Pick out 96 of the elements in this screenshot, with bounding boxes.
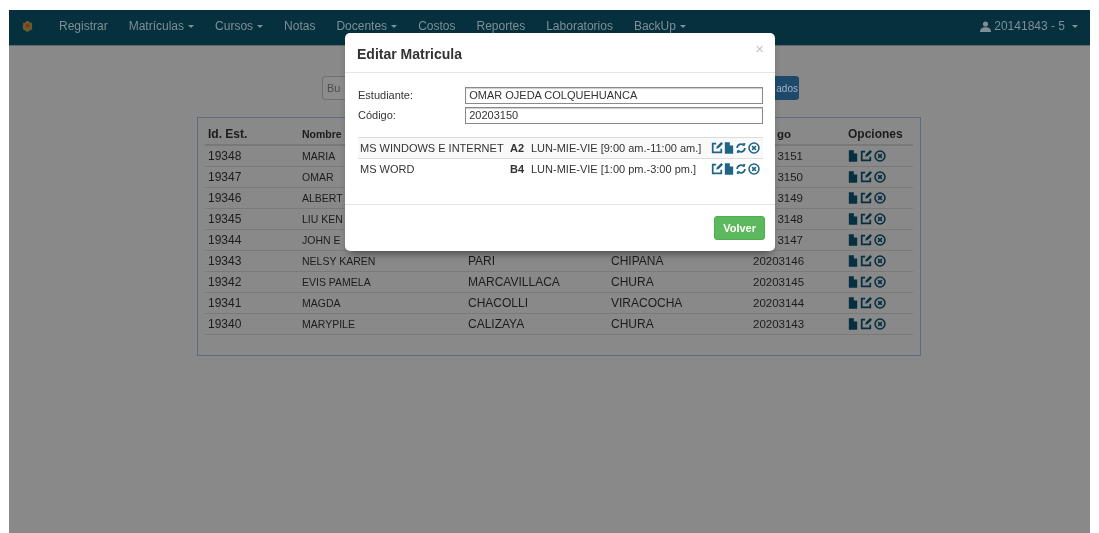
input-field[interactable]: 20203150	[465, 106, 763, 124]
file-icon[interactable]	[848, 171, 858, 183]
edit-icon[interactable]	[860, 192, 872, 204]
table-cell-text: MAGDA	[302, 297, 342, 309]
table-cell-text: MARYPILE	[302, 318, 356, 330]
table-cell-text: 19347	[207, 170, 243, 184]
course-name: MS WINDOWS E INTERNET	[360, 142, 505, 154]
remove-icon[interactable]	[874, 318, 886, 330]
table-cell-text: 20203143	[752, 318, 803, 330]
remove-icon[interactable]	[748, 142, 760, 154]
table-cell-text: 20203145	[752, 276, 803, 288]
table-cell-text: 19346	[207, 191, 243, 205]
course-group: A2	[510, 142, 531, 154]
remove-icon[interactable]	[874, 255, 886, 267]
remove-icon[interactable]	[874, 297, 886, 309]
remove-icon[interactable]	[874, 276, 886, 288]
course-schedule: LUN-MIE-VIE [9:00 am.-11:00 am.]	[531, 142, 703, 154]
table-cell-text: 19342	[207, 275, 243, 289]
course-name: MS WORD	[360, 163, 416, 175]
edit-icon[interactable]	[860, 255, 872, 267]
nav-item[interactable]: Cursos	[215, 19, 264, 33]
table-cell-text: CHACOLLI	[467, 296, 530, 310]
table-cell-text: CHIPANA	[610, 254, 665, 268]
field-label: Estudiante:	[358, 89, 415, 101]
table-cell-text: 20203146	[752, 255, 803, 267]
table-cell-text: MARIA	[302, 150, 337, 162]
refresh-icon[interactable]	[735, 142, 747, 154]
column-header: Nombre	[302, 128, 343, 140]
column-header: go	[775, 128, 791, 140]
dialog-title: Editar Matricula	[357, 46, 463, 62]
edit-icon[interactable]	[860, 171, 872, 183]
emblem-icon[interactable]	[22, 19, 33, 33]
table-cell-text: 19348	[207, 149, 243, 163]
file-icon[interactable]	[848, 213, 858, 225]
user-menu[interactable]: 20141843 - 5	[980, 19, 1078, 33]
nav-item[interactable]: Registrar	[59, 19, 108, 33]
input-field[interactable]: OMAR OJEDA COLQUEHUANCA	[465, 86, 763, 104]
table-cell-text: 3151	[776, 150, 803, 162]
file-icon[interactable]	[848, 255, 858, 267]
refresh-icon[interactable]	[735, 163, 747, 175]
table-cell-text: OMAR	[302, 171, 335, 183]
nav-item[interactable]: Matrículas	[128, 19, 195, 33]
field-label: Código:	[358, 109, 397, 121]
nav-item[interactable]: Laboratorios	[546, 19, 613, 33]
table-cell-text: NELSY KAREN	[302, 255, 377, 267]
nav-item[interactable]: Reportes	[476, 19, 526, 33]
nav-item[interactable]: BackUp	[633, 19, 686, 33]
remove-icon[interactable]	[748, 163, 760, 175]
table-cell-text: VIRACOCHA	[610, 296, 684, 310]
table-cell-text: CHURA	[610, 275, 655, 289]
file-icon[interactable]	[848, 234, 858, 246]
table-cell-text: CALIZAYA	[467, 317, 526, 331]
table-cell-text: CHURA	[610, 317, 655, 331]
edit-icon[interactable]	[860, 276, 872, 288]
edit-icon[interactable]	[860, 213, 872, 225]
column-header: Opciones	[847, 127, 904, 141]
table-cell-text: 19343	[207, 254, 243, 268]
edit-icon[interactable]	[711, 142, 723, 154]
remove-icon[interactable]	[874, 192, 886, 204]
table-cell-text: 3150	[776, 171, 803, 183]
file-icon[interactable]	[848, 276, 858, 288]
column-header: Id. Est.	[207, 127, 249, 141]
table-cell-text: 19345	[207, 212, 243, 226]
table-cell-text: 3147	[776, 234, 803, 246]
edit-icon[interactable]	[860, 318, 872, 330]
table-cell-text: JOHN E	[302, 234, 342, 246]
table-cell-text: PARI	[467, 254, 497, 268]
table-cell-text: 3149	[776, 192, 803, 204]
table-cell-text: 19340	[207, 317, 243, 331]
remove-icon[interactable]	[874, 213, 886, 225]
table-cell-text: 19344	[207, 233, 243, 247]
file-icon[interactable]	[848, 192, 858, 204]
edit-icon[interactable]	[860, 150, 872, 162]
table-cell-text: ALBERT	[302, 192, 344, 204]
remove-icon[interactable]	[874, 171, 886, 183]
table-cell-text: 3148	[776, 213, 803, 225]
file-icon[interactable]	[848, 150, 858, 162]
user-icon	[980, 20, 992, 32]
file-icon[interactable]	[848, 318, 858, 330]
course-schedule: LUN-MIE-VIE [1:00 pm.-3:00 pm.]	[531, 163, 698, 175]
remove-icon[interactable]	[874, 234, 886, 246]
table-cell-text: 20203144	[752, 297, 803, 309]
table-cell-text: LIU KEN	[302, 213, 344, 225]
edit-icon[interactable]	[711, 163, 723, 175]
edit-icon[interactable]	[860, 234, 872, 246]
table-cell-text: MARCAVILLACA	[467, 275, 561, 289]
course-group: B4	[510, 163, 531, 175]
nav-item[interactable]: Docentes	[336, 19, 398, 33]
edit-icon[interactable]	[860, 297, 872, 309]
nav-item[interactable]: Notas	[284, 19, 316, 33]
remove-icon[interactable]	[874, 150, 886, 162]
file-icon[interactable]	[848, 297, 858, 309]
nav-item[interactable]: Costos	[418, 19, 456, 33]
table-cell-text: 19341	[207, 296, 243, 310]
back-button[interactable]: Volver	[714, 216, 765, 240]
table-cell-text: EVIS PAMELA	[302, 276, 372, 288]
